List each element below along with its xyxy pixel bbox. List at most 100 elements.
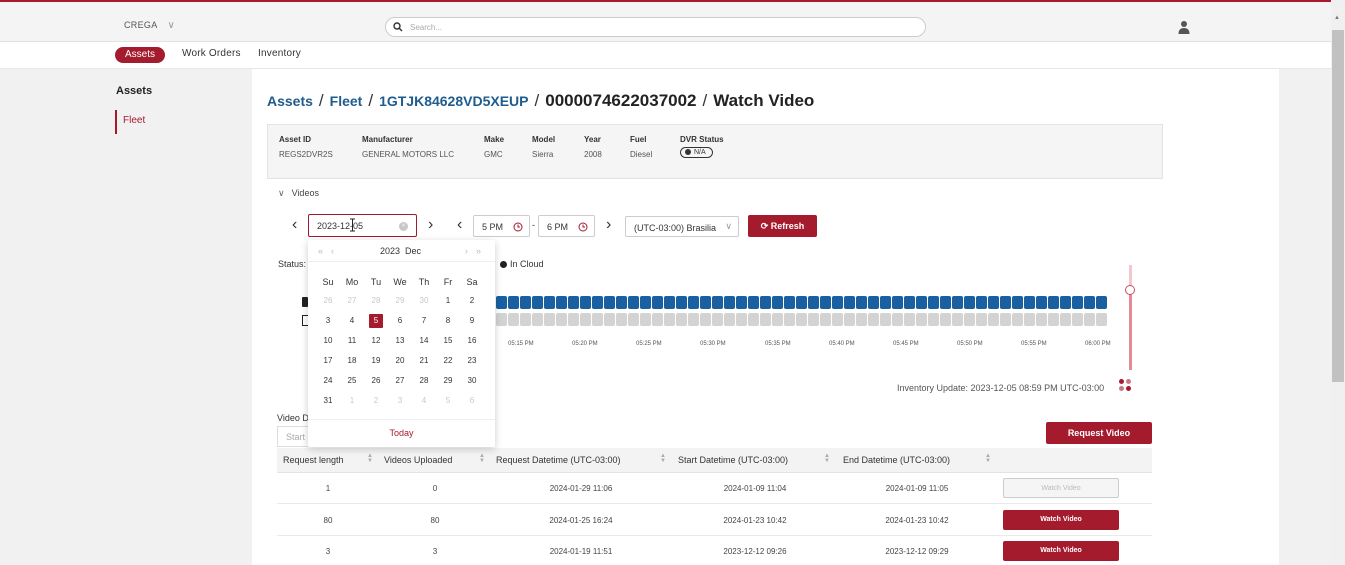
calendar-day[interactable]: 29 (436, 374, 460, 388)
calendar-day[interactable]: 29 (388, 294, 412, 308)
calendar-day[interactable]: 1 (340, 394, 364, 408)
timeline-cell-uploaded[interactable] (532, 296, 543, 309)
timeline-cell-uploaded[interactable] (688, 296, 699, 309)
sort-icon[interactable]: ▲ ▼ (660, 453, 666, 464)
timeline-cell-uploaded[interactable] (712, 296, 723, 309)
calendar-day[interactable]: 30 (460, 374, 484, 388)
grid-dots-icon[interactable] (1119, 379, 1133, 393)
timeline-cell-empty[interactable] (724, 313, 735, 326)
calendar-day[interactable]: 28 (364, 294, 388, 308)
timeline-cell-uploaded[interactable] (604, 296, 615, 309)
breadcrumb-fleet[interactable]: Fleet (330, 93, 363, 109)
timeline-cell-empty[interactable] (652, 313, 663, 326)
timeline-cell-uploaded[interactable] (1012, 296, 1023, 309)
timeline-cell-empty[interactable] (1060, 313, 1071, 326)
calendar-year[interactable]: 2023 (380, 246, 400, 256)
timeline-cell-uploaded[interactable] (796, 296, 807, 309)
prev-year-icon[interactable]: « (318, 246, 323, 256)
timeline-cell-empty[interactable] (904, 313, 915, 326)
search-input[interactable]: Search... (385, 17, 926, 37)
prev-month-icon[interactable]: ‹ (331, 246, 334, 256)
timeline-cell-uploaded[interactable] (700, 296, 711, 309)
timeline-cell-empty[interactable] (688, 313, 699, 326)
calendar-day[interactable]: 3 (316, 314, 340, 328)
timeline-cell-empty[interactable] (928, 313, 939, 326)
timeline-cell-uploaded[interactable] (868, 296, 879, 309)
zoom-slider-handle[interactable] (1125, 285, 1135, 295)
calendar-day[interactable]: 12 (364, 334, 388, 348)
timeline-cell-empty[interactable] (700, 313, 711, 326)
calendar-day[interactable]: 1 (436, 294, 460, 308)
timeline-cell-uploaded[interactable] (1072, 296, 1083, 309)
timeline-cell-empty[interactable] (664, 313, 675, 326)
timeline-cell-uploaded[interactable] (880, 296, 891, 309)
page-scrollbar[interactable]: ▲ (1331, 0, 1345, 565)
user-icon[interactable] (1178, 20, 1190, 34)
next-date-button[interactable]: › (428, 216, 433, 234)
timeline-cell-empty[interactable] (796, 313, 807, 326)
timeline-cell-uploaded[interactable] (664, 296, 675, 309)
calendar-day[interactable]: 18 (340, 354, 364, 368)
timeline-cell-empty[interactable] (580, 313, 591, 326)
timeline-cell-empty[interactable] (772, 313, 783, 326)
timeline-cell-empty[interactable] (964, 313, 975, 326)
calendar-day[interactable]: 23 (460, 354, 484, 368)
timeline-cell-empty[interactable] (640, 313, 651, 326)
calendar-day[interactable]: 4 (412, 394, 436, 408)
next-time-button[interactable]: › (606, 216, 611, 234)
timeline-cell-uploaded[interactable] (1048, 296, 1059, 309)
timeline-cell-empty[interactable] (952, 313, 963, 326)
calendar-day[interactable]: 24 (316, 374, 340, 388)
timeline-cell-empty[interactable] (568, 313, 579, 326)
column-header[interactable]: End Datetime (UTC-03:00) (843, 455, 950, 465)
timeline-cell-empty[interactable] (1000, 313, 1011, 326)
calendar-day[interactable]: 31 (316, 394, 340, 408)
timeline-cell-uploaded[interactable] (616, 296, 627, 309)
timeline-cell-empty[interactable] (988, 313, 999, 326)
timeline-cell-empty[interactable] (1072, 313, 1083, 326)
tab-inventory[interactable]: Inventory (258, 48, 301, 59)
calendar-day[interactable]: 20 (388, 354, 412, 368)
timeline-cell-empty[interactable] (544, 313, 555, 326)
calendar-day[interactable]: 9 (460, 314, 484, 328)
start-time-input[interactable]: 5 PM (473, 215, 530, 237)
calendar-day[interactable]: 27 (340, 294, 364, 308)
column-header[interactable]: Request length (283, 455, 344, 465)
timeline-cell-empty[interactable] (532, 313, 543, 326)
calendar-day[interactable]: 19 (364, 354, 388, 368)
timeline-cell-uploaded[interactable] (928, 296, 939, 309)
date-picker-input[interactable]: 2023-12-05 × (308, 214, 417, 237)
calendar-day[interactable]: 2 (364, 394, 388, 408)
timeline-cell-uploaded[interactable] (496, 296, 507, 309)
timeline-cell-uploaded[interactable] (556, 296, 567, 309)
timeline-cell-uploaded[interactable] (568, 296, 579, 309)
timeline-cell-uploaded[interactable] (1036, 296, 1047, 309)
timeline-cell-empty[interactable] (868, 313, 879, 326)
breadcrumb-vin[interactable]: 1GTJK84628VD5XEUP (379, 93, 528, 109)
timeline-cell-uploaded[interactable] (1096, 296, 1107, 309)
sort-icon[interactable]: ▲ ▼ (824, 453, 830, 464)
tab-work-orders[interactable]: Work Orders (182, 48, 241, 59)
timeline-cell-empty[interactable] (784, 313, 795, 326)
timeline-cell-empty[interactable] (712, 313, 723, 326)
next-year-icon[interactable]: » (476, 246, 481, 256)
timeline-cell-uploaded[interactable] (520, 296, 531, 309)
timeline-cell-uploaded[interactable] (940, 296, 951, 309)
watch-video-button[interactable]: Watch Video (1003, 510, 1119, 530)
timeline-cell-empty[interactable] (604, 313, 615, 326)
timeline-cell-uploaded[interactable] (916, 296, 927, 309)
timeline-cell-uploaded[interactable] (580, 296, 591, 309)
refresh-button[interactable]: ⟳ Refresh (748, 215, 817, 237)
prev-date-button[interactable]: ‹ (292, 216, 297, 234)
timeline-cell-uploaded[interactable] (784, 296, 795, 309)
timeline-cell-empty[interactable] (592, 313, 603, 326)
breadcrumb-assets[interactable]: Assets (267, 93, 313, 109)
timeline-cell-empty[interactable] (1024, 313, 1035, 326)
column-header[interactable]: Start Datetime (UTC-03:00) (678, 455, 788, 465)
calendar-title[interactable]: 2023 Dec (380, 246, 421, 256)
watch-video-button[interactable]: Watch Video (1003, 541, 1119, 561)
timeline-cell-uploaded[interactable] (904, 296, 915, 309)
timeline-cell-empty[interactable] (832, 313, 843, 326)
calendar-day[interactable]: 30 (412, 294, 436, 308)
timeline-cell-empty[interactable] (736, 313, 747, 326)
